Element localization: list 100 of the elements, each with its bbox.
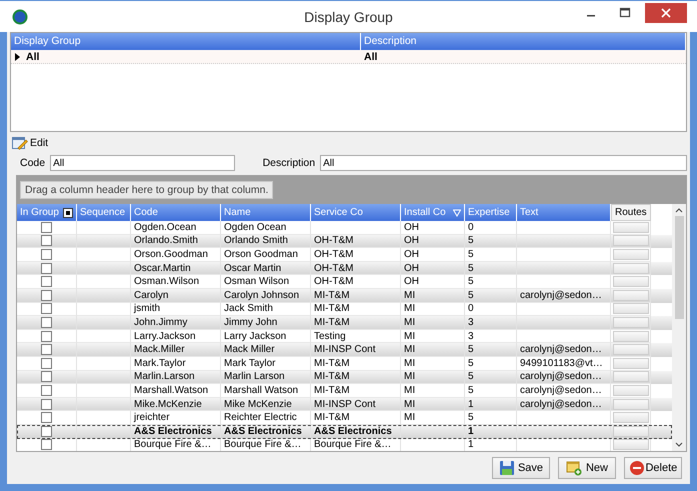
- checkbox[interactable]: [41, 371, 52, 382]
- checkbox[interactable]: [41, 262, 52, 274]
- table-cell: 5: [468, 262, 474, 274]
- table-cell: Mack Miller: [224, 344, 275, 356]
- table-cell: Larry.Jackson: [134, 330, 196, 342]
- table-cell: 5: [468, 276, 474, 288]
- grid-row[interactable]: Larry.Jackson Larry Jackson Testing MI 3: [17, 330, 672, 344]
- table-cell: MI-T&M: [314, 371, 350, 382]
- code-field[interactable]: All: [50, 155, 235, 171]
- table-cell: carolynj@sedon…: [520, 290, 602, 301]
- close-button[interactable]: [645, 3, 687, 23]
- checkbox[interactable]: [41, 439, 52, 450]
- table-cell: carolynj@sedon…: [520, 398, 602, 410]
- table-cell: OH: [404, 235, 419, 246]
- table-cell: Orson Goodman: [224, 248, 298, 260]
- table-cell: 3: [468, 316, 474, 328]
- grid-row[interactable]: A&S Electronics A&S Electronics A&S Electronics 1: [17, 424, 672, 438]
- scroll-down-icon[interactable]: [675, 442, 683, 448]
- table-cell: 1: [468, 439, 474, 450]
- filter-icon[interactable]: [453, 208, 461, 216]
- save-button[interactable]: Save: [492, 457, 550, 479]
- scroll-up-icon[interactable]: [675, 207, 683, 213]
- new-folder-icon: [566, 460, 582, 476]
- checkbox[interactable]: [41, 235, 52, 246]
- grid-row[interactable]: John.Jimmy Jimmy John MI-T&M MI 3: [17, 316, 672, 330]
- checkbox[interactable]: [41, 303, 52, 314]
- table-cell: carolynj@sedon…: [520, 371, 602, 382]
- table-cell: MI-T&M: [314, 316, 350, 328]
- grid-row[interactable]: jsmith Jack Smith MI-T&M MI 0: [17, 302, 672, 316]
- table-cell: 5: [468, 384, 474, 396]
- table-cell: Oscar Martin: [224, 262, 282, 274]
- table-cell: 3: [468, 330, 474, 342]
- grid-row[interactable]: Marlin.Larson Marlin Larson MI-T&M MI 5 carolynj@sedon…: [17, 370, 672, 384]
- table-cell: 5: [468, 412, 474, 424]
- grid-row[interactable]: Mack.Miller Mack Miller MI-INSP Cont MI 5 carolynj@sedon…: [17, 343, 672, 357]
- checkbox[interactable]: [41, 384, 52, 396]
- checkbox[interactable]: [41, 358, 52, 369]
- checkbox[interactable]: [41, 426, 52, 437]
- table-cell: 5: [468, 358, 474, 369]
- table-cell: Bourque Fire &…: [134, 439, 212, 450]
- table-cell: Bourque Fire &…: [314, 439, 392, 450]
- table-cell: OH-T&M: [314, 248, 354, 260]
- table-cell: MI-T&M: [314, 290, 350, 301]
- delete-button[interactable]: Delete: [624, 457, 682, 479]
- grid-row[interactable]: Carolyn Carolyn Johnson MI-T&M MI 5 carolynj@sedon…: [17, 288, 672, 303]
- table-cell: John.Jimmy: [134, 316, 188, 328]
- table-cell: Reichter Electric: [224, 412, 297, 424]
- table-cell: 5: [468, 248, 474, 260]
- group-by-hint: Drag a column header here to group by that column.: [20, 181, 274, 199]
- table-cell: OH: [404, 276, 419, 288]
- delete-icon: [628, 460, 645, 476]
- table-cell: MI: [404, 344, 416, 356]
- description-field[interactable]: All: [320, 155, 687, 171]
- table-cell: 5: [468, 371, 474, 382]
- table-cell-text: All: [25, 50, 40, 62]
- grid-row[interactable]: Oscar.Martin Oscar Martin OH-T&M OH 5: [17, 262, 672, 276]
- column-header[interactable]: Routes: [611, 204, 651, 221]
- table-cell: MI: [404, 290, 416, 301]
- table-cell: OH-T&M: [314, 235, 354, 246]
- checkbox[interactable]: [41, 398, 52, 410]
- table-cell: 0: [468, 303, 474, 314]
- table-cell: Mike McKenzie: [224, 398, 292, 410]
- table-cell: Oscar.Martin: [134, 262, 191, 274]
- checkbox[interactable]: [41, 344, 52, 356]
- table-cell: A&S Electronics: [134, 426, 212, 437]
- table-cell: MI: [404, 398, 416, 410]
- checkbox[interactable]: [41, 412, 52, 424]
- table-cell: Osman Wilson: [224, 276, 290, 288]
- table-cell: A&S Electronics: [224, 426, 302, 437]
- checkbox[interactable]: [41, 276, 52, 288]
- table-cell: OH-T&M: [314, 262, 354, 274]
- grid-row[interactable]: Bourque Fire &… Bourque Fire &… Bourque Fire &… 1: [17, 438, 672, 451]
- table-cell: carolynj@sedon…: [520, 384, 602, 396]
- checkbox[interactable]: [41, 330, 52, 342]
- table-cell: Ogden.Ocean: [134, 222, 196, 233]
- app-logo-icon: [12, 8, 28, 24]
- table-cell: MI: [404, 330, 416, 342]
- routes-button[interactable]: [612, 426, 648, 437]
- table-cell: MI-INSP Cont: [314, 398, 376, 410]
- table-cell: MI: [404, 358, 416, 369]
- table-cell: 9499101183@vt…: [520, 358, 603, 369]
- checkbox[interactable]: [41, 316, 52, 328]
- table-cell: MI: [404, 371, 416, 382]
- grid-row[interactable]: Orlando.Smith Orlando Smith OH-T&M OH 5: [17, 234, 672, 248]
- select-all-checkbox-icon[interactable]: [63, 208, 73, 218]
- table-cell: Larry Jackson: [224, 330, 286, 342]
- grid-row[interactable]: Mike.McKenzie Mike McKenzie MI-INSP Cont MI 1 carolynj@sedon…: [17, 398, 672, 412]
- table-cell: 5: [468, 290, 474, 301]
- checkbox[interactable]: [41, 248, 52, 260]
- table-cell: Jack Smith: [224, 303, 273, 314]
- table-cell: 5: [468, 235, 474, 246]
- table-cell: MI: [404, 303, 416, 314]
- table-cell: Marlin.Larson: [134, 371, 195, 382]
- grid-row[interactable]: All All: [11, 50, 686, 64]
- new-button[interactable]: New: [558, 457, 616, 479]
- checkbox[interactable]: [41, 222, 52, 233]
- table-cell: Marlin Larson: [224, 371, 285, 382]
- checkbox[interactable]: [41, 290, 52, 301]
- table-cell: Orlando.Smith: [134, 235, 198, 246]
- vertical-scrollbar[interactable]: [672, 204, 686, 451]
